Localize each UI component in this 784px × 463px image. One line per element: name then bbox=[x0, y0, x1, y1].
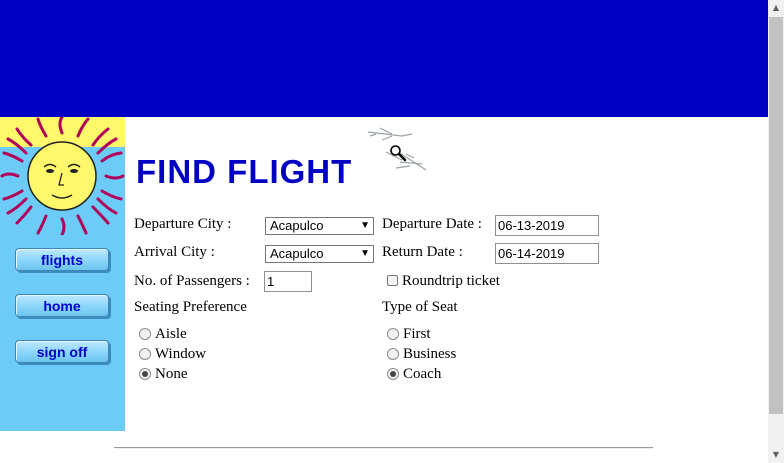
first-class-radio[interactable] bbox=[387, 328, 399, 340]
seating-preference-label: Seating Preference bbox=[134, 299, 247, 315]
page-title: FIND FLIGHT bbox=[136, 153, 353, 190]
dropdown-arrow-icon: ▼ bbox=[360, 248, 370, 259]
roundtrip-label: Roundtrip ticket bbox=[402, 273, 500, 289]
scroll-up-arrow-icon[interactable]: ▲ bbox=[768, 0, 784, 16]
scroll-thumb[interactable] bbox=[769, 17, 783, 414]
passengers-label: No. of Passengers : bbox=[134, 273, 250, 289]
arrival-city-label: Arrival City : bbox=[134, 244, 215, 260]
vertical-scrollbar[interactable]: ▲ ▼ bbox=[768, 0, 784, 463]
arrival-city-select[interactable]: Acapulco ▼ bbox=[265, 245, 374, 263]
header-banner bbox=[0, 0, 768, 117]
sign-off-button[interactable]: sign off bbox=[15, 340, 109, 363]
dropdown-arrow-icon: ▼ bbox=[360, 220, 370, 231]
departure-date-input[interactable]: 06-13-2019 bbox=[495, 215, 599, 236]
return-date-label: Return Date : bbox=[382, 244, 463, 260]
arrival-city-value: Acapulco bbox=[270, 246, 324, 261]
horizontal-divider bbox=[114, 447, 653, 449]
business-class-label: Business bbox=[403, 346, 457, 362]
passengers-input[interactable]: 1 bbox=[264, 271, 312, 292]
first-class-label: First bbox=[403, 326, 431, 342]
return-date-input[interactable]: 06-14-2019 bbox=[495, 243, 599, 264]
roundtrip-checkbox[interactable] bbox=[387, 275, 398, 286]
aisle-label: Aisle bbox=[155, 326, 187, 342]
flights-button[interactable]: flights bbox=[15, 248, 109, 271]
magnifier-cursor-icon bbox=[390, 145, 407, 162]
scroll-down-arrow-icon[interactable]: ▼ bbox=[768, 447, 784, 463]
aisle-radio[interactable] bbox=[139, 328, 151, 340]
sun-logo-icon bbox=[0, 117, 125, 235]
window-radio[interactable] bbox=[139, 348, 151, 360]
seat-type-label: Type of Seat bbox=[382, 299, 458, 315]
coach-class-label: Coach bbox=[403, 366, 442, 382]
departure-city-label: Departure City : bbox=[134, 216, 232, 232]
home-button[interactable]: home bbox=[15, 294, 109, 317]
none-radio[interactable] bbox=[139, 368, 151, 380]
window-label: Window bbox=[155, 346, 207, 362]
departure-date-label: Departure Date : bbox=[382, 216, 482, 232]
sidebar: flights home sign off bbox=[0, 117, 125, 431]
departure-city-value: Acapulco bbox=[270, 218, 324, 233]
departure-city-select[interactable]: Acapulco ▼ bbox=[265, 217, 374, 235]
none-label: None bbox=[155, 366, 188, 382]
business-class-radio[interactable] bbox=[387, 348, 399, 360]
coach-class-radio[interactable] bbox=[387, 368, 399, 380]
